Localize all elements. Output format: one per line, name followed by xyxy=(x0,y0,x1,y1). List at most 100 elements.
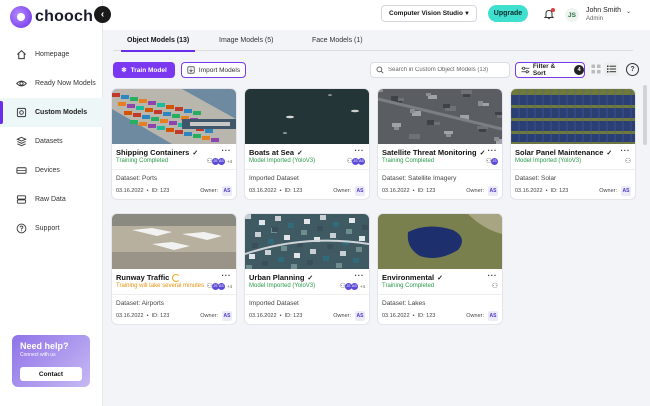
help-box: Need help? Connect with us Contact xyxy=(12,335,90,387)
studio-select[interactable]: Computer Vision Studio ▼ xyxy=(381,5,477,22)
notification-dot xyxy=(551,8,555,12)
more-options-icon[interactable]: ··· xyxy=(621,146,631,155)
card-id: ID: 123 xyxy=(284,188,303,194)
card-status: Training Completed xyxy=(382,158,435,164)
device-icon xyxy=(16,165,27,176)
tab-image-models[interactable]: Image Models (5) xyxy=(219,37,273,51)
notifications-button[interactable] xyxy=(543,8,555,20)
more-options-icon[interactable]: ··· xyxy=(222,146,232,155)
check-icon: ✓ xyxy=(479,149,486,157)
grid-icon xyxy=(591,64,601,74)
sidebar-nav: Homepage Ready Now Models Custom Models … xyxy=(0,40,103,243)
sidebar-item-devices[interactable]: Devices xyxy=(0,156,103,185)
check-icon: ✓ xyxy=(437,274,443,282)
studio-select-value: Computer Vision Studio xyxy=(389,10,463,17)
card-title[interactable]: Solar Panel Maintenance xyxy=(515,148,603,157)
sidebar-item-ready-now-models[interactable]: Ready Now Models xyxy=(0,69,103,98)
model-card[interactable]: Boats at Sea ✓ ··· Model Imported (YoloV3… xyxy=(245,89,369,199)
sidebar-item-label: Custom Models xyxy=(35,109,88,116)
user-name[interactable]: John Smith xyxy=(586,7,621,14)
add-user-icon[interactable]: ⚇ xyxy=(625,157,631,165)
card-dataset: Dataset: Satellite Imagery xyxy=(382,175,457,182)
card-meta: 03.16.2022 • ID: 123 xyxy=(249,188,303,194)
sidebar-item-raw-data[interactable]: Raw Data xyxy=(0,185,103,214)
more-options-icon[interactable]: ··· xyxy=(488,146,498,155)
card-title[interactable]: Urban Planning xyxy=(249,273,304,282)
more-options-icon[interactable]: ··· xyxy=(355,146,365,155)
more-options-icon[interactable]: ··· xyxy=(355,271,365,280)
card-dataset: Dataset: Lakes xyxy=(382,300,426,307)
card-owner-label: Owner: xyxy=(200,188,218,194)
extra-users-count: +4 xyxy=(359,283,365,289)
card-thumbnail[interactable] xyxy=(245,214,369,269)
avatar: AS xyxy=(217,282,225,290)
divider xyxy=(378,169,502,170)
extra-users-count: +4 xyxy=(226,283,232,289)
model-card[interactable]: Urban Planning ✓ ··· Model Imported (Yolo… xyxy=(245,214,369,324)
collapse-sidebar-button[interactable]: ‹ xyxy=(94,6,111,23)
sidebar-item-label: Support xyxy=(35,225,60,232)
model-card[interactable]: Runway Traffic ··· Training will take se… xyxy=(112,214,236,324)
card-status: Training will take several minutes xyxy=(116,283,205,289)
card-title-row: Urban Planning ✓ xyxy=(249,273,313,282)
card-title[interactable]: Boats at Sea xyxy=(249,148,294,157)
card-owner-label: Owner: xyxy=(333,188,351,194)
card-title[interactable]: Environmental xyxy=(382,273,434,282)
sidebar-item-support[interactable]: Support xyxy=(0,214,103,243)
card-date: 03.16.2022 xyxy=(382,313,410,319)
logo[interactable]: chooch xyxy=(10,6,93,28)
more-options-icon[interactable]: ··· xyxy=(488,271,498,280)
scrollbar[interactable] xyxy=(643,85,647,145)
add-user-icon[interactable]: ⚇ xyxy=(492,282,498,290)
card-meta: 03.16.2022 • ID: 123 xyxy=(382,188,436,194)
model-card[interactable]: Environmental ✓ ··· Training Completed ⚇ … xyxy=(378,214,502,324)
card-id: ID: 123 xyxy=(550,188,569,194)
card-users: ⚇ JS AS +4 xyxy=(207,282,232,290)
card-thumbnail[interactable] xyxy=(511,89,635,144)
list-view-button[interactable] xyxy=(604,62,618,76)
grid-view-button[interactable] xyxy=(591,64,601,74)
loading-spinner-icon xyxy=(172,273,181,282)
divider xyxy=(112,294,236,295)
model-card[interactable]: Solar Panel Maintenance ✓ ··· Model Impor… xyxy=(511,89,635,199)
search-input[interactable] xyxy=(388,67,508,73)
card-status: Model Imported (YoloV3) xyxy=(249,283,316,289)
tab-face-models[interactable]: Face Models (1) xyxy=(312,37,363,51)
import-models-button[interactable]: Import Models xyxy=(181,62,246,78)
model-card[interactable]: Satellite Threat Monitoring ✓ ··· Trainin… xyxy=(378,89,502,199)
card-thumbnail[interactable] xyxy=(112,89,236,144)
card-id: ID: 123 xyxy=(151,313,170,319)
sidebar-item-homepage[interactable]: Homepage xyxy=(0,40,103,69)
divider xyxy=(245,169,369,170)
card-thumbnail[interactable] xyxy=(378,89,502,144)
help-icon[interactable]: ? xyxy=(626,63,639,76)
card-title[interactable]: Satellite Threat Monitoring xyxy=(382,148,477,157)
card-date: 03.16.2022 xyxy=(515,188,543,194)
more-options-icon[interactable]: ··· xyxy=(222,271,232,280)
user-avatar[interactable]: JS xyxy=(565,8,579,22)
card-thumbnail[interactable] xyxy=(112,214,236,269)
card-thumbnail[interactable] xyxy=(245,89,369,144)
avatar: AS xyxy=(217,157,225,165)
card-owner-label: Owner: xyxy=(333,313,351,319)
filter-sort-button[interactable]: Filter & Sort 4 xyxy=(515,62,585,78)
sidebar-item-datasets[interactable]: Datasets xyxy=(0,127,103,156)
sidebar-item-label: Datasets xyxy=(35,138,63,145)
sidebar-item-custom-models[interactable]: Custom Models xyxy=(0,98,103,127)
owner-avatar: AS xyxy=(355,186,365,196)
card-thumbnail[interactable] xyxy=(378,214,502,269)
chevron-down-icon[interactable]: ⌄ xyxy=(626,8,631,15)
contact-button[interactable]: Contact xyxy=(20,367,82,381)
user-role: Admin xyxy=(586,16,604,22)
tab-object-models[interactable]: Object Models (13) xyxy=(120,37,196,52)
card-title[interactable]: Runway Traffic xyxy=(116,273,169,282)
owner-avatar: AS xyxy=(488,311,498,321)
card-users: ⚇ JS xyxy=(486,157,498,165)
upgrade-button[interactable]: Upgrade xyxy=(488,5,528,22)
layers-icon xyxy=(16,136,27,147)
avatar: AS xyxy=(358,157,365,165)
train-model-button[interactable]: ✻ Train Model xyxy=(113,62,175,78)
model-card[interactable]: Shipping Containers ✓ ··· Training Comple… xyxy=(112,89,236,199)
card-title[interactable]: Shipping Containers xyxy=(116,148,189,157)
card-date: 03.16.2022 xyxy=(116,188,144,194)
